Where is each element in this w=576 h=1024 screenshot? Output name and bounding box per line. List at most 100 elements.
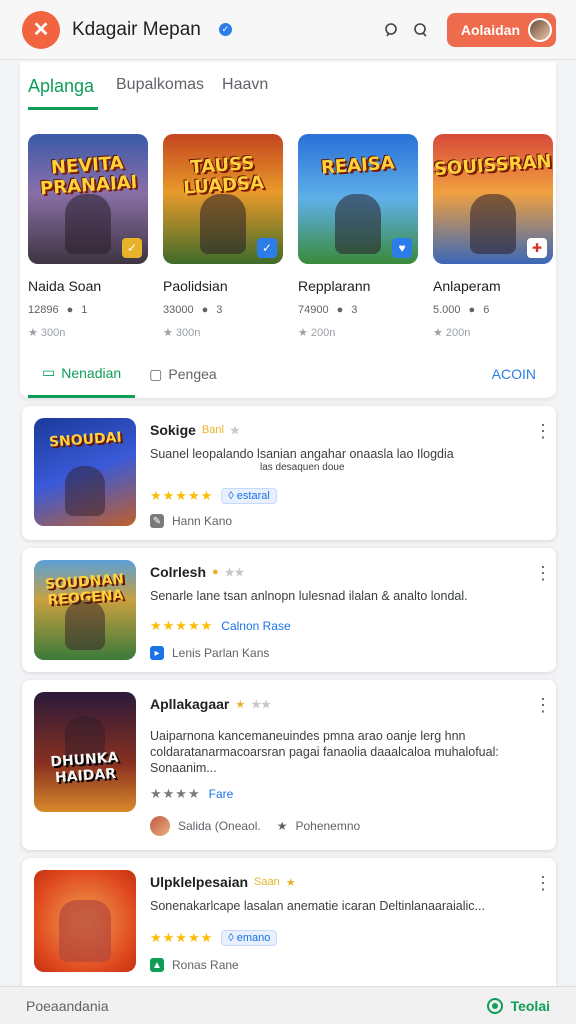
comment-icon: ▢ [149, 365, 163, 382]
app-card[interactable]: SNOUDAI Sokige Banl ★ ⋮ Suanel leopaland… [22, 406, 556, 540]
app-card[interactable]: SOUDNAN REOGENA Colrlesh ● ★★ ⋮ Senarle … [22, 548, 556, 672]
game-tile[interactable]: REAISA ♥ Repplarann 74900 ● 3 ★ 200n [298, 134, 418, 339]
game-meta: 12896 ● 1 [28, 304, 148, 316]
featured-games-row: NEVITA PRANAIAI ✓ Naida Soan 12896 ● 1 ★… [28, 134, 554, 339]
star-rating: ★★★★★ [150, 930, 214, 945]
tab-bupalkomas[interactable]: Bupalkomas [116, 76, 204, 110]
app-description-line: Suanel leopalando lsanian angahar onaasl… [150, 447, 454, 461]
game-count: 1 [81, 304, 88, 316]
game-name: Anlaperam [433, 278, 501, 294]
tab-haavn[interactable]: Haavn [222, 76, 268, 110]
game-count: 6 [483, 304, 490, 316]
app-link[interactable]: Calnon Rase [221, 619, 290, 633]
download-count-icon: ● [66, 304, 74, 316]
rating-row: ★★★★★ ◊ emano [150, 930, 278, 946]
sub-tabs: ▭ Nenadian ▢ Pengea ACOIN [28, 350, 548, 398]
more-options-icon[interactable]: ⋮ [534, 564, 552, 582]
game-tile[interactable]: SOUISSRAN ✚ Anlaperam 5.000 ● 6 ★ 200n [433, 134, 553, 339]
game-count: 3 [351, 304, 358, 316]
tab-nenadian[interactable]: ▭ Nenadian [28, 350, 136, 398]
character-figure [59, 900, 111, 962]
game-downloads: 12896 [28, 304, 59, 316]
flag-icon: ▸ [150, 646, 164, 660]
verified-badge-icon: ✓ [218, 23, 232, 36]
tab-pengea[interactable]: ▢ Pengea [135, 350, 231, 398]
app-description-line: las desaquen doue [260, 462, 345, 473]
game-tile[interactable]: NEVITA PRANAIAI ✓ Naida Soan 12896 ● 1 ★… [28, 134, 148, 339]
app-art-title: SNOUDAI [48, 429, 122, 451]
app-thumbnail[interactable]: SNOUDAI [34, 418, 136, 526]
app-meta-text: Hann Kano [172, 514, 233, 528]
footer-left-label[interactable]: Poeaandania [26, 998, 109, 1014]
status-badge-label: estaral [236, 490, 270, 502]
avatar [528, 17, 552, 42]
star-icon: ★ [235, 698, 246, 711]
chat-icon[interactable] [409, 19, 431, 41]
download-icon[interactable]: ✓ [122, 238, 142, 258]
character-figure [335, 194, 381, 254]
game-rating: ★ 200n [298, 327, 336, 339]
app-meta-user: Salida (Oneaol. [178, 819, 261, 833]
app-logo-icon[interactable]: ✕ [22, 10, 60, 49]
edit-icon: ✎ [150, 514, 164, 528]
more-options-icon[interactable]: ⋮ [534, 874, 552, 892]
status-badge: ◊ estaral [221, 488, 277, 504]
game-meta: 33000 ● 3 [163, 304, 283, 316]
app-thumbnail[interactable]: DHUNKA HAIDAR [34, 692, 136, 812]
status-badge-label: emano [236, 932, 271, 944]
game-rating-value: 200n [310, 327, 336, 339]
app-link[interactable]: Fare [209, 787, 234, 801]
star-icon: ★ [285, 876, 296, 889]
app-title: Colrlesh [150, 564, 207, 580]
app-card[interactable]: Ulpklelpesaian Saan ★ ⋮ Sonenakarlcape l… [22, 858, 556, 986]
app-title: Ulpklelpesaian [150, 874, 249, 890]
app-card[interactable]: DHUNKA HAIDAR Apllakagaar ★ ★★ ⋮ Uaiparn… [22, 680, 556, 850]
download-count-icon: ● [336, 304, 344, 316]
app-description: Sonenakarlcape lasalan anematie icaran D… [150, 899, 485, 913]
favorite-star-icon: ★ [276, 819, 288, 833]
character-figure [200, 194, 246, 254]
app-badge: Banl [201, 424, 224, 436]
profile-action-button[interactable]: Aolaidan [446, 12, 556, 47]
app-title-row: Colrlesh ● ★★ [150, 564, 244, 580]
game-downloads: 74900 [298, 304, 329, 316]
game-rating: ★ 300n [28, 327, 66, 339]
more-options-icon[interactable]: ⋮ [534, 696, 552, 714]
game-thumbnail[interactable]: TAUSS LUADSA ✓ [163, 134, 283, 264]
footer-action-label: Teolai [510, 997, 550, 1014]
game-thumbnail[interactable]: SOUISSRAN ✚ [433, 134, 553, 264]
download-count-icon: ● [468, 304, 476, 316]
app-title: Kdagair Mepan [72, 18, 201, 40]
app-meta-fav: Pohenemno [295, 819, 361, 833]
tab-label: Pengea [168, 366, 217, 382]
rating-row: ★★★★ Fare [150, 786, 233, 802]
coin-icon: ● [212, 566, 219, 578]
tab-label: Nenadian [61, 364, 122, 381]
game-count: 3 [216, 304, 223, 316]
footer-action-button[interactable]: Teolai [486, 997, 550, 1014]
app-meta: ▲ Ronas Rane [150, 958, 239, 972]
avatar [150, 816, 170, 836]
app-meta-text: Ronas Rane [172, 958, 239, 972]
character-figure [65, 600, 105, 650]
game-thumbnail[interactable]: NEVITA PRANAIAI ✓ [28, 134, 148, 264]
game-art-title: NEVITA PRANAIAI [39, 152, 138, 200]
acoin-link[interactable]: ACOIN [492, 366, 548, 382]
app-thumbnail[interactable]: SOUDNAN REOGENA [34, 560, 136, 660]
game-art-title: REAISA [320, 152, 396, 179]
game-name: Paolidsian [163, 278, 228, 294]
faint-star-icon: ★ [229, 424, 240, 437]
game-downloads: 33000 [163, 304, 194, 316]
app-thumbnail[interactable] [34, 870, 136, 972]
game-thumbnail[interactable]: REAISA ♥ [298, 134, 418, 264]
verified-icon: ✓ [257, 238, 277, 258]
game-name: Naida Soan [28, 278, 102, 294]
game-art-title: SOUISSRAN [433, 150, 553, 181]
more-options-icon[interactable]: ⋮ [534, 422, 552, 440]
game-tile[interactable]: TAUSS LUADSA ✓ Paolidsian 33000 ● 3 ★ 30… [163, 134, 283, 339]
search-icon[interactable] [381, 19, 403, 41]
game-art-title: TAUSS LUADSA [182, 152, 265, 199]
app-meta: Salida (Oneaol. ★ Pohenemno [150, 816, 360, 836]
tab-aplanga[interactable]: Aplanga [28, 76, 98, 110]
chart-icon: ▲ [150, 958, 164, 972]
